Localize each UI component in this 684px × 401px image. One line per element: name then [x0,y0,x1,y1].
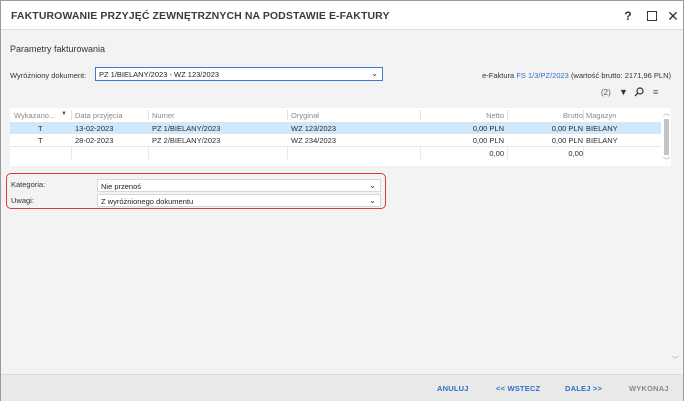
efaktura-link[interactable]: FS 1/3/PZ/2023 [516,71,569,80]
page-scroll-down-icon[interactable]: ﹀ [672,355,679,365]
maximize-icon [647,11,657,21]
cell-data: 28-02-2023 [75,136,114,145]
chevron-down-icon: ⌄ [369,196,376,205]
next-button[interactable]: DALEJ >> [565,384,602,393]
cell-magazyn: BIELANY [586,124,618,133]
title-bar: FAKTUROWANIE PRZYJĘĆ ZEWNĘTRZNYCH NA POD… [1,1,683,30]
menu-icon[interactable]: ≡ [653,87,658,97]
footer-bar: ANULUJ << WSTECZ DALEJ >> WYKONAJ [1,374,683,401]
totals-row: 0,00 0,00 [10,146,661,159]
table-row[interactable]: T 13-02-2023 PZ 1/BIELANY/2023 WZ 123/20… [10,122,661,134]
document-select[interactable]: PZ 1/BIELANY/2023 - WZ 123/2023 ⌄ [95,67,383,81]
column-separator [287,110,288,120]
scroll-down-icon[interactable]: ﹀ [663,156,670,166]
grid-toolbar: (2) ▼ ≡ [601,87,675,99]
col-netto[interactable]: Netto [486,111,504,120]
cell-numer: PZ 1/BIELANY/2023 [152,124,221,133]
col-magazyn[interactable]: Magazyn [586,111,616,120]
column-separator [148,110,149,120]
column-separator [287,147,288,159]
back-button[interactable]: << WSTECZ [496,384,540,393]
cell-brutto: 0,00 PLN [551,124,583,133]
col-oryginal[interactable]: Oryginał [291,111,319,120]
cell-netto: 0,00 PLN [472,136,504,145]
filter-icon[interactable]: ▼ [619,87,628,97]
parameters-panel: Kategoria: Nie przenoś ⌄ Uwagi: Z wyróżn… [6,173,386,209]
record-count: (2) [601,88,611,97]
cell-oryginal: WZ 123/2023 [291,124,337,133]
chevron-down-icon: ⌄ [371,69,378,78]
close-button[interactable]: ✕ [665,8,681,24]
kategoria-value: Nie przenoś [101,182,142,191]
dialog-title: FAKTUROWANIE PRZYJĘĆ ZEWNĘTRZNYCH NA POD… [11,10,390,22]
col-brutto[interactable]: Brutto [563,111,583,120]
col-numer[interactable]: Numer [152,111,175,120]
section-title: Parametry fakturowania [10,44,106,54]
column-separator [71,110,72,120]
column-separator [507,147,508,159]
table-scrollbar[interactable]: ︿ ﹀ [662,108,671,166]
document-label: Wyróżniony dokument: [10,71,87,80]
documents-table: Wykazano... ▼ Data przyjęcia Numer Orygi… [10,108,671,166]
efaktura-prefix: e-Faktura [482,71,515,80]
cell-wykazano: T [38,136,43,145]
maximize-button[interactable] [644,8,660,24]
uwagi-label: Uwagi: [11,196,34,205]
cell-brutto: 0,00 PLN [551,136,583,145]
total-netto: 0,00 [489,149,504,158]
table-header: Wykazano... ▼ Data przyjęcia Numer Orygi… [10,108,661,122]
help-button[interactable]: ? [620,8,636,24]
uwagi-select[interactable]: Z wyróżnionego dokumentu ⌄ [97,194,381,207]
cell-oryginal: WZ 234/2023 [291,136,337,145]
table-row[interactable]: T 28-02-2023 PZ 2/BIELANY/2023 WZ 234/20… [10,134,661,146]
column-separator [583,147,584,159]
execute-button[interactable]: WYKONAJ [629,384,669,393]
scrollbar-thumb[interactable] [664,119,669,155]
search-icon[interactable] [634,87,644,97]
column-separator [148,147,149,159]
col-data-przyjecia[interactable]: Data przyjęcia [75,111,123,120]
uwagi-value: Z wyróżnionego dokumentu [101,197,194,206]
scroll-up-icon[interactable]: ︿ [663,108,670,118]
efaktura-suffix: (wartość brutto: 2171,96 PLN) [570,71,671,80]
efaktura-info: e-Faktura FS 1/3/PZ/2023 (wartość brutto… [482,71,671,80]
column-separator [71,147,72,159]
column-separator [420,147,421,159]
document-select-value: PZ 1/BIELANY/2023 - WZ 123/2023 [99,70,220,79]
cancel-button[interactable]: ANULUJ [437,384,469,393]
chevron-down-icon: ⌄ [369,181,376,190]
cell-numer: PZ 2/BIELANY/2023 [152,136,221,145]
dialog-window: FAKTUROWANIE PRZYJĘĆ ZEWNĘTRZNYCH NA POD… [0,0,684,401]
kategoria-label: Kategoria: [11,180,46,189]
kategoria-select[interactable]: Nie przenoś ⌄ [97,179,381,192]
cell-data: 13-02-2023 [75,124,114,133]
cell-magazyn: BIELANY [586,136,618,145]
column-separator [583,110,584,120]
column-separator [507,110,508,120]
sort-desc-icon[interactable]: ▼ [61,111,67,117]
cell-wykazano: T [38,124,43,133]
column-separator [420,110,421,120]
total-brutto: 0,00 [568,149,583,158]
col-wykazano[interactable]: Wykazano... [14,111,55,120]
cell-netto: 0,00 PLN [472,124,504,133]
